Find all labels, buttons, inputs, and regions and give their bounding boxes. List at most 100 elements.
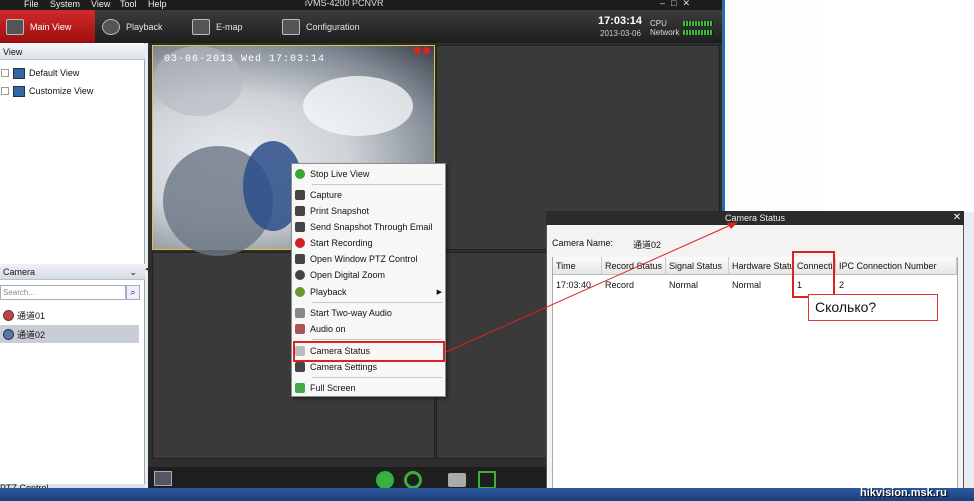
cell-hardware-status: Normal <box>732 280 762 290</box>
search-icon[interactable]: ⌕ <box>126 285 140 300</box>
tab-label: Main View <box>30 21 72 32</box>
menu-label: Start Recording <box>310 238 373 248</box>
menu-view[interactable]: View <box>91 0 110 10</box>
chevron-down-icon[interactable]: ⌄ <box>129 264 137 280</box>
tab-configuration[interactable]: Configuration <box>276 10 376 43</box>
menu-label: Audio on <box>310 324 346 334</box>
column-header-hardware-status[interactable]: Hardware Status <box>729 257 794 275</box>
tab-playback[interactable]: Playback <box>96 10 181 43</box>
monitor-icon <box>6 18 24 35</box>
menu-audio-on[interactable]: Audio on <box>292 321 448 337</box>
view-icon <box>13 67 25 79</box>
speaker-icon <box>295 324 305 334</box>
background-window-edge <box>722 0 725 212</box>
menu-label: Open Window PTZ Control <box>310 254 418 264</box>
status-table <box>552 257 958 497</box>
menu-full-screen[interactable]: Full Screen <box>292 380 448 396</box>
column-header-signal-status[interactable]: Signal Status <box>666 257 729 275</box>
menu-label: Open Digital Zoom <box>310 270 386 280</box>
tree-item-customize-view[interactable]: Customize View <box>0 83 93 99</box>
menu-label: Camera Settings <box>310 362 378 372</box>
map-icon <box>192 18 210 35</box>
refresh-icon[interactable] <box>404 471 422 489</box>
column-header-time[interactable]: Time <box>553 257 602 275</box>
camera-label: 通道02 <box>17 329 46 340</box>
tree-item-default-view[interactable]: Default View <box>0 65 79 81</box>
view-icon <box>13 85 25 97</box>
menu-open-digital-zoom[interactable]: Open Digital Zoom <box>292 267 448 283</box>
camera-panel-title: Camera <box>3 267 36 277</box>
menu-start-recording[interactable]: Start Recording <box>292 235 448 251</box>
cell-record-status: Record <box>605 280 635 290</box>
playback-icon <box>102 18 120 35</box>
menu-send-snapshot-email[interactable]: Send Snapshot Through Email <box>292 219 448 235</box>
alarm-indicator-icon <box>414 47 421 54</box>
camera-icon <box>3 309 14 321</box>
stop-icon <box>295 169 305 179</box>
layout-icon[interactable] <box>154 471 172 486</box>
cpu-label: CPU <box>650 19 667 28</box>
menu-label: Capture <box>310 190 343 200</box>
fullscreen-icon[interactable] <box>478 471 496 489</box>
camera-item-01[interactable]: 通道01 <box>0 306 139 324</box>
status-strip <box>0 488 974 501</box>
annotation-note: Сколько? <box>808 294 938 321</box>
playback-icon <box>295 287 305 297</box>
mute-icon[interactable] <box>448 473 466 487</box>
expand-icon[interactable] <box>1 87 9 95</box>
column-header-ipc-connection-number[interactable]: IPC Connection Number <box>836 257 957 275</box>
menu-start-two-way-audio[interactable]: Start Two-way Audio <box>292 305 448 321</box>
camera-search-input[interactable]: Search... <box>0 285 126 300</box>
menu-capture[interactable]: Capture <box>292 187 448 203</box>
camera-name-value: 通道02 <box>633 240 662 250</box>
menu-label: Full Screen <box>310 383 356 393</box>
background-window <box>722 0 822 212</box>
menu-label: Start Two-way Audio <box>310 308 392 318</box>
stop-all-icon[interactable] <box>376 471 394 489</box>
microphone-icon <box>295 308 305 318</box>
watermark: hikvision.msk.ru <box>860 487 947 499</box>
menu-label: Stop Live View <box>310 169 370 179</box>
clock-time: 17:03:14 <box>598 15 643 27</box>
window-controls[interactable]: ‒□✕ <box>660 0 696 9</box>
record-icon <box>295 238 305 248</box>
menu-open-ptz-control[interactable]: Open Window PTZ Control <box>292 251 448 267</box>
close-icon[interactable]: ✕ <box>950 211 964 225</box>
tab-main-view[interactable]: Main View <box>0 10 95 43</box>
menu-help[interactable]: Help <box>148 0 167 10</box>
menu-file[interactable]: File <box>24 0 39 10</box>
tree-item-label: Default View <box>29 68 80 78</box>
network-label: Network <box>650 28 680 37</box>
submenu-arrow-icon: ▶ <box>436 289 442 296</box>
menu-print-snapshot[interactable]: Print Snapshot <box>292 203 448 219</box>
menu-playback[interactable]: Playback ▶ <box>292 284 448 300</box>
settings-icon <box>295 362 305 372</box>
cell-signal-status: Normal <box>669 280 699 290</box>
camera-icon <box>3 328 14 340</box>
highlight-box-camera-status <box>293 341 445 362</box>
fullscreen-icon <box>295 383 305 393</box>
email-icon <box>295 222 305 232</box>
tab-label: Playback <box>126 21 163 32</box>
tab-emap[interactable]: E-map <box>186 10 271 43</box>
app-title: iVMS-4200 PCNVR <box>305 0 384 8</box>
menu-system[interactable]: System <box>50 0 80 10</box>
ptz-icon <box>295 254 305 264</box>
menu-label: Send Snapshot Through Email <box>310 222 433 232</box>
camera-item-02[interactable]: 通道02 <box>0 325 139 343</box>
camera-icon <box>295 190 305 200</box>
tab-label: Configuration <box>306 21 360 32</box>
menu-tool[interactable]: Tool <box>120 0 137 10</box>
dialog-title: Camera Status <box>546 211 964 225</box>
cell-ipc-connection-number: 2 <box>839 280 845 290</box>
column-header-record-status[interactable]: Record Status <box>602 257 666 275</box>
cell-time: 17:03:40 <box>556 280 592 290</box>
expand-icon[interactable] <box>1 69 9 77</box>
cpu-meter <box>683 21 713 26</box>
menu-stop-live-view[interactable]: Stop Live View <box>292 166 448 182</box>
video-osd-timestamp: 03-06-2013 Wed 17:03:14 <box>164 54 326 65</box>
printer-icon <box>295 206 305 216</box>
camera-label: 通道01 <box>17 310 46 321</box>
background-area <box>822 0 974 212</box>
zoom-icon <box>295 270 305 280</box>
